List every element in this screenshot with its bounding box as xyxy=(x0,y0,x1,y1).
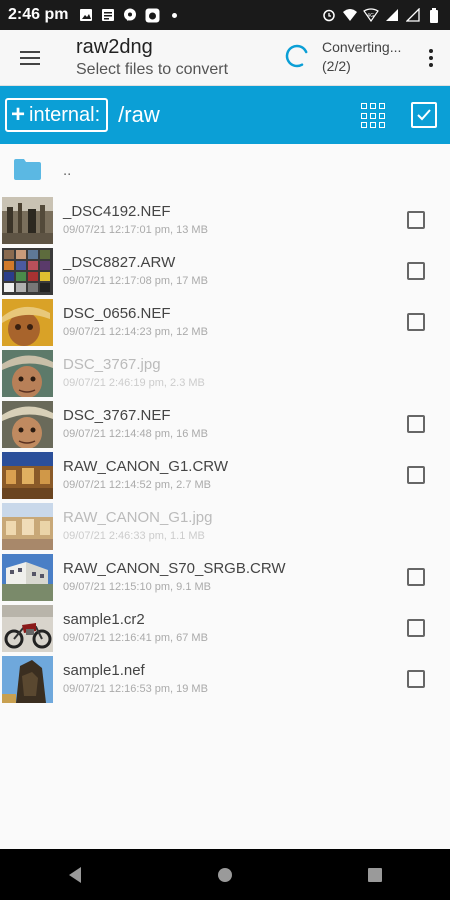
status-bar: 2:46 pm 4G xyxy=(0,0,450,30)
file-row[interactable]: _DSC4192.NEF 09/07/21 12:17:01 pm, 13 MB xyxy=(0,195,450,246)
select-all-button[interactable] xyxy=(411,102,437,128)
home-icon xyxy=(218,867,232,882)
file-meta: 09/07/21 12:16:41 pm, 67 MB xyxy=(63,632,208,644)
svg-text:4G: 4G xyxy=(367,13,374,19)
file-meta: 09/07/21 12:17:08 pm, 17 MB xyxy=(63,275,208,287)
file-row[interactable]: RAW_CANON_G1.CRW 09/07/21 12:14:52 pm, 2… xyxy=(0,450,450,501)
folder-icon xyxy=(14,159,41,180)
file-row: DSC_3767.jpg 09/07/21 2:46:19 pm, 2.3 MB xyxy=(0,348,450,399)
app-icon xyxy=(144,7,160,23)
file-checkbox[interactable] xyxy=(407,313,425,331)
conversion-label: Converting... xyxy=(322,39,402,55)
signal2-icon xyxy=(405,7,421,23)
file-name: sample1.nef xyxy=(63,662,145,679)
back-button[interactable] xyxy=(55,855,95,895)
file-thumbnail xyxy=(2,299,53,346)
file-thumbnail xyxy=(2,401,53,448)
file-meta: 09/07/21 12:15:10 pm, 9.1 MB xyxy=(63,581,211,593)
file-thumbnail xyxy=(2,197,53,244)
file-checkbox[interactable] xyxy=(407,670,425,688)
file-thumbnail xyxy=(2,605,53,652)
file-name: RAW_CANON_S70_SRGB.CRW xyxy=(63,560,286,577)
file-thumbnail xyxy=(2,656,53,703)
current-path: /raw xyxy=(118,102,160,127)
navigation-bar xyxy=(0,849,450,900)
file-name: RAW_CANON_G1.CRW xyxy=(63,458,229,475)
battery-icon xyxy=(426,7,442,23)
conversion-count: (2/2) xyxy=(322,58,351,74)
image-icon xyxy=(78,7,94,23)
file-meta: 09/07/21 12:14:23 pm, 12 MB xyxy=(63,326,208,338)
status-time: 2:46 pm xyxy=(8,6,69,23)
app-title: raw2dng xyxy=(76,35,153,58)
file-meta: 09/07/21 12:16:53 pm, 19 MB xyxy=(63,683,208,695)
file-row: RAW_CANON_G1.jpg 09/07/21 2:46:33 pm, 1.… xyxy=(0,501,450,552)
file-name: DSC_0656.NEF xyxy=(63,305,171,322)
app-bar: raw2dng Select files to convert Converti… xyxy=(0,30,450,86)
dot-icon xyxy=(172,12,178,18)
home-button[interactable] xyxy=(205,855,245,895)
app-subtitle: Select files to convert xyxy=(76,60,229,78)
volte-icon: 4G xyxy=(363,7,379,23)
file-thumbnail xyxy=(2,350,53,397)
file-meta: 09/07/21 12:14:52 pm, 2.7 MB xyxy=(63,479,211,491)
progress-spinner-icon xyxy=(285,44,309,68)
recents-icon xyxy=(368,867,382,882)
file-meta: 09/07/21 2:46:33 pm, 1.1 MB xyxy=(63,530,205,542)
file-list: .. _DSC4192.NEF 09/07/21 12:17:01 pm, 13… xyxy=(0,144,450,705)
hamburger-icon xyxy=(20,50,40,65)
alarm-icon xyxy=(321,7,337,23)
file-checkbox[interactable] xyxy=(407,262,425,280)
more-options-button[interactable] xyxy=(426,44,436,72)
file-row[interactable]: DSC_3767.NEF 09/07/21 12:14:48 pm, 16 MB xyxy=(0,399,450,450)
file-checkbox[interactable] xyxy=(407,619,425,637)
file-thumbnail xyxy=(2,248,53,295)
file-checkbox[interactable] xyxy=(407,415,425,433)
file-row[interactable]: sample1.cr2 09/07/21 12:16:41 pm, 67 MB xyxy=(0,603,450,654)
file-thumbnail xyxy=(2,503,53,550)
wifi-icon xyxy=(342,7,358,23)
checkmark-icon xyxy=(417,109,431,121)
file-thumbnail xyxy=(2,554,53,601)
file-meta: 09/07/21 12:14:48 pm, 16 MB xyxy=(63,428,208,440)
file-name: _DSC8827.ARW xyxy=(63,254,176,271)
file-checkbox[interactable] xyxy=(407,466,425,484)
chat-icon xyxy=(122,7,138,23)
file-name: DSC_3767.NEF xyxy=(63,407,171,424)
path-bar: + internal: /raw xyxy=(0,86,450,144)
recents-button[interactable] xyxy=(355,855,395,895)
storage-selector-button[interactable]: + internal: xyxy=(5,98,109,132)
plus-icon: + xyxy=(11,101,26,128)
back-icon xyxy=(69,866,81,883)
menu-button[interactable] xyxy=(0,30,60,86)
conversion-status: Converting... (2/2) xyxy=(322,38,401,76)
file-meta: 09/07/21 2:46:19 pm, 2.3 MB xyxy=(63,377,205,389)
file-row[interactable]: DSC_0656.NEF 09/07/21 12:14:23 pm, 12 MB xyxy=(0,297,450,348)
file-row[interactable]: _DSC8827.ARW 09/07/21 12:17:08 pm, 17 MB xyxy=(0,246,450,297)
file-name: DSC_3767.jpg xyxy=(63,356,161,373)
news-icon xyxy=(100,7,116,23)
file-row[interactable]: RAW_CANON_S70_SRGB.CRW 09/07/21 12:15:10… xyxy=(0,552,450,603)
storage-label: internal: xyxy=(29,103,101,126)
parent-directory-label: .. xyxy=(63,162,72,179)
file-checkbox[interactable] xyxy=(407,211,425,229)
parent-directory-row[interactable]: .. xyxy=(0,144,450,195)
file-thumbnail xyxy=(2,452,53,499)
file-checkbox[interactable] xyxy=(407,568,425,586)
file-name: _DSC4192.NEF xyxy=(63,203,171,220)
file-meta: 09/07/21 12:17:01 pm, 13 MB xyxy=(63,224,208,236)
file-name: sample1.cr2 xyxy=(63,611,145,628)
title-block: raw2dng Select files to convert xyxy=(76,35,228,81)
file-row[interactable]: sample1.nef 09/07/21 12:16:53 pm, 19 MB xyxy=(0,654,450,705)
signal-icon xyxy=(384,7,400,23)
grid-view-icon[interactable] xyxy=(361,103,387,129)
file-name: RAW_CANON_G1.jpg xyxy=(63,509,213,526)
